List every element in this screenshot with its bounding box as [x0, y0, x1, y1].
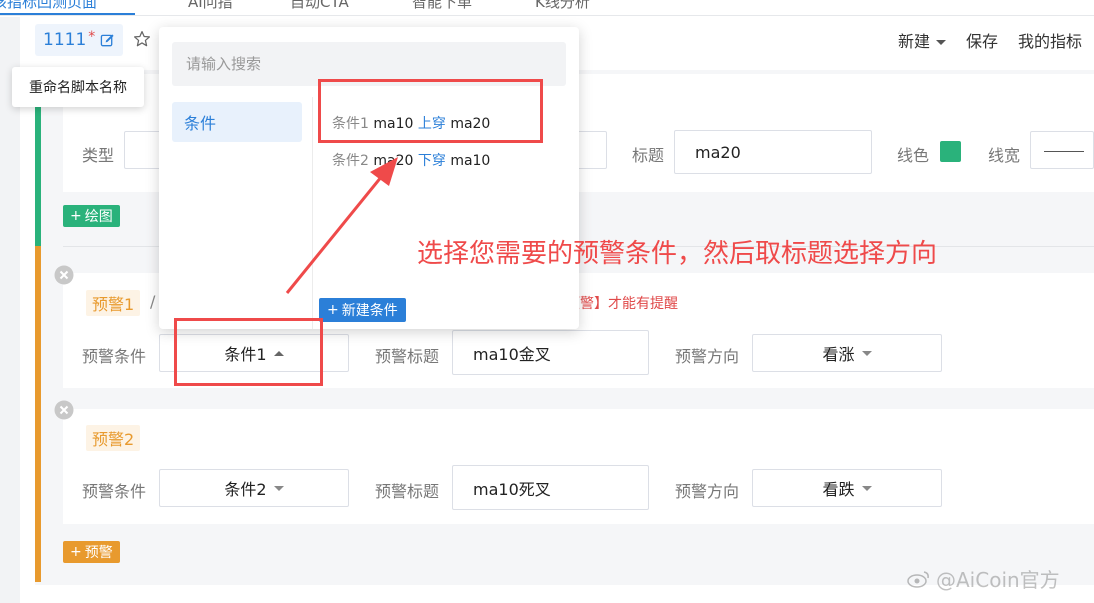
new-condition-button[interactable]: + 新建条件: [319, 298, 406, 322]
add-warning-button[interactable]: + 预警: [63, 541, 120, 563]
annotation-highlight-select: [174, 318, 323, 386]
tab-kline[interactable]: K线分析: [535, 0, 590, 12]
warning-2-tag: 预警2: [86, 425, 141, 451]
warning-2-condition-select[interactable]: 条件2: [159, 469, 349, 507]
plus-icon: +: [70, 208, 82, 224]
condition-a: ma20: [373, 153, 414, 169]
direction-value: 看涨: [822, 345, 855, 364]
popup-divider: [312, 97, 313, 329]
warning-1-title-input[interactable]: ma10金叉: [452, 330, 649, 375]
add-plot-label: 绘图: [84, 209, 113, 225]
color-label: 线色: [897, 146, 930, 165]
edit-icon[interactable]: [100, 33, 115, 48]
add-plot-button[interactable]: + 绘图: [63, 205, 120, 227]
warning-1-note: 预警】才能有提醒: [566, 296, 678, 312]
remove-warning-1-icon[interactable]: [54, 265, 74, 285]
tab-backtest[interactable]: 该指标回测页面: [0, 0, 97, 12]
condition-dropdown: 条件 条件1 ma10 上穿 ma20 条件2 ma20 下穿 ma10: [159, 27, 579, 329]
annotation-text: 选择您需要的预警条件，然后取标题选择方向: [417, 239, 938, 269]
remove-warning-2-icon[interactable]: [54, 400, 74, 420]
watermark-text: @AiCoin官方: [936, 568, 1060, 592]
tab-ai[interactable]: AI问指: [188, 0, 233, 12]
add-warning-label: 预警: [84, 545, 113, 561]
title-label: 标题: [632, 146, 665, 165]
weibo-logo-icon: [907, 570, 929, 588]
plot-title-input[interactable]: ma20: [674, 130, 872, 174]
annotation-highlight-condition: [318, 79, 543, 143]
type-label: 类型: [82, 146, 115, 165]
direction-value: 看跌: [822, 480, 855, 499]
new-menu-button[interactable]: 新建: [898, 28, 946, 52]
top-tab-strip: 该指标回测页面 AI问指 自动CTA 智能下单 K线分析: [0, 0, 1094, 16]
category-conditions[interactable]: 条件: [172, 102, 302, 142]
direction-label: 预警方向: [675, 347, 740, 366]
condition-value: 条件2: [224, 480, 267, 499]
script-name-chip[interactable]: 1111 *: [35, 24, 124, 56]
warning-2-direction-select[interactable]: 看跌: [752, 469, 942, 507]
warning-1-tag: 预警1: [86, 290, 141, 316]
modified-mark: *: [88, 29, 96, 45]
warning-1-direction-select[interactable]: 看涨: [752, 334, 942, 372]
chevron-down-icon: [273, 485, 284, 491]
direction-label: 预警方向: [675, 482, 740, 501]
line-width-label: 线宽: [988, 146, 1021, 165]
my-indicators-button[interactable]: 我的指标: [1018, 28, 1082, 52]
warning-title-label: 预警标题: [375, 347, 440, 366]
condition-label: 预警条件: [82, 347, 147, 366]
chevron-down-icon: [861, 350, 872, 356]
header-actions: 新建 保存 我的指标: [898, 28, 1082, 52]
tab-auto-cta[interactable]: 自动CTA: [290, 0, 349, 12]
active-tab-underline: [0, 13, 135, 15]
warning-section-bar: [35, 246, 41, 582]
script-name: 1111: [43, 30, 87, 50]
condition-dir: 下穿: [417, 153, 446, 169]
rename-tooltip: 重命名脚本名称: [12, 67, 144, 107]
condition-label: 预警条件: [82, 482, 147, 501]
condition-b: ma10: [450, 153, 491, 169]
new-condition-label: 新建条件: [341, 303, 398, 319]
save-button[interactable]: 保存: [966, 28, 998, 52]
line-color-swatch[interactable]: [940, 141, 961, 162]
warning-2-title-input[interactable]: ma10死叉: [452, 465, 649, 510]
type-select[interactable]: [124, 131, 164, 169]
new-label: 新建: [897, 32, 930, 51]
watermark: @AiCoin官方: [906, 564, 1060, 593]
warning-1-separator: /: [150, 292, 156, 311]
line-width-sample: [1044, 151, 1084, 152]
condition-num: 条件2: [332, 153, 369, 169]
condition-option-2[interactable]: 条件2 ma20 下穿 ma10: [332, 150, 490, 170]
plus-icon: +: [327, 302, 339, 318]
chevron-down-icon: [861, 485, 872, 491]
tab-smart-order[interactable]: 智能下单: [412, 0, 472, 12]
line-width-select[interactable]: [1030, 131, 1094, 169]
chevron-down-icon: [935, 40, 946, 45]
warning-title-label: 预警标题: [375, 482, 440, 501]
plus-icon: +: [70, 544, 82, 560]
favorite-star-icon[interactable]: [133, 30, 151, 48]
